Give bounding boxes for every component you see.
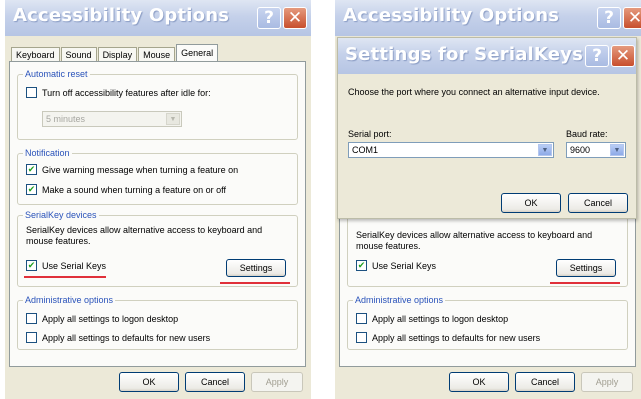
logon-checkbox[interactable]: [26, 313, 37, 324]
baud-rate-label: Baud rate:: [566, 129, 608, 139]
serial-port-select[interactable]: COM1 ▼: [348, 142, 554, 158]
close-icon[interactable]: ✕: [623, 7, 641, 29]
tab-general[interactable]: General: [176, 44, 219, 62]
tab-strip: Keyboard Sound Display Mouse General: [11, 44, 219, 62]
defaults-label: Apply all settings to defaults for new u…: [42, 332, 211, 343]
logon-label: Apply all settings to logon desktop: [372, 313, 509, 324]
cancel-button[interactable]: Cancel: [515, 372, 575, 392]
group-title: Administrative options: [23, 295, 116, 305]
close-icon[interactable]: ✕: [611, 45, 635, 67]
idle-time-value: 5 minutes: [46, 114, 86, 124]
help-icon[interactable]: ?: [585, 45, 609, 67]
cancel-button[interactable]: Cancel: [185, 372, 245, 392]
use-serial-keys-label: Use Serial Keys: [42, 260, 107, 271]
use-serial-keys-checkbox[interactable]: ✔: [356, 260, 367, 271]
ok-button[interactable]: OK: [119, 372, 179, 392]
dialog-cancel-button[interactable]: Cancel: [568, 193, 628, 213]
group-title: Notification: [23, 148, 72, 158]
apply-button[interactable]: Apply: [251, 372, 303, 392]
logon-checkbox[interactable]: [356, 313, 367, 324]
administrative-group: Administrative options Apply all setting…: [347, 295, 628, 350]
help-icon[interactable]: ?: [257, 7, 281, 29]
turn-off-checkbox[interactable]: [26, 87, 37, 98]
help-icon[interactable]: ?: [597, 7, 621, 29]
serial-port-label: Serial port:: [348, 129, 392, 139]
tab-display[interactable]: Display: [97, 47, 138, 62]
turn-off-label: Turn off accessibility features after id…: [42, 87, 211, 98]
settings-button[interactable]: Settings: [226, 259, 286, 277]
title-bar: Accessibility Options ? ✕: [335, 0, 641, 36]
highlight-underline: [220, 282, 290, 284]
tab-panel-general: Automatic reset Turn off accessibility f…: [9, 61, 306, 367]
administrative-group: Administrative options Apply all setting…: [17, 295, 298, 350]
use-serial-keys-row[interactable]: ✔ Use Serial Keys: [26, 260, 106, 271]
highlight-underline: [550, 282, 620, 284]
serialkey-description: SerialKey devices allow alternative acce…: [26, 225, 263, 246]
serialkey-description: SerialKey devices allow alternative acce…: [356, 230, 593, 251]
serialkey-group: SerialKey devices allow alternative acce…: [347, 215, 628, 287]
logon-row[interactable]: Apply all settings to logon desktop: [356, 313, 508, 324]
highlight-underline: [24, 276, 106, 278]
automatic-reset-group: Automatic reset Turn off accessibility f…: [17, 69, 298, 140]
accessibility-options-window-right: Accessibility Options ? ✕ SerialKey devi…: [335, 0, 641, 399]
defaults-checkbox[interactable]: [26, 332, 37, 343]
chevron-down-icon[interactable]: ▼: [610, 144, 624, 156]
serialkeys-settings-dialog: Settings for SerialKeys ? ✕ Choose the p…: [337, 37, 637, 219]
use-serial-keys-label: Use Serial Keys: [372, 260, 437, 271]
baud-rate-select[interactable]: 9600 ▼: [566, 142, 626, 158]
logon-row[interactable]: Apply all settings to logon desktop: [26, 313, 178, 324]
chevron-down-icon[interactable]: ▼: [166, 113, 180, 125]
use-serial-keys-checkbox[interactable]: ✔: [26, 260, 37, 271]
group-title: SerialKey devices: [23, 210, 99, 220]
baud-rate-value: 9600: [570, 145, 591, 155]
sound-row[interactable]: ✔ Make a sound when turning a feature on…: [26, 184, 226, 195]
sound-label: Make a sound when turning a feature on o…: [42, 184, 226, 195]
tab-sound[interactable]: Sound: [60, 47, 97, 62]
notification-group: Notification ✔ Give warning message when…: [17, 148, 298, 205]
logon-label: Apply all settings to logon desktop: [42, 313, 179, 324]
dialog-title: Settings for SerialKeys: [345, 44, 583, 65]
close-icon[interactable]: ✕: [283, 7, 307, 29]
settings-button[interactable]: Settings: [556, 259, 616, 277]
window-title: Accessibility Options: [343, 5, 560, 26]
serial-port-value: COM1: [352, 145, 379, 155]
defaults-row[interactable]: Apply all settings to defaults for new u…: [26, 332, 210, 343]
defaults-row[interactable]: Apply all settings to defaults for new u…: [356, 332, 540, 343]
accessibility-options-window-left: Accessibility Options ? ✕ Keyboard Sound…: [5, 0, 311, 399]
idle-time-select[interactable]: 5 minutes ▼: [42, 111, 182, 127]
tab-keyboard[interactable]: Keyboard: [11, 47, 60, 62]
warning-row[interactable]: ✔ Give warning message when turning a fe…: [26, 164, 238, 175]
warning-label: Give warning message when turning a feat…: [42, 164, 239, 175]
ok-button[interactable]: OK: [449, 372, 509, 392]
warning-checkbox[interactable]: ✔: [26, 164, 37, 175]
chevron-down-icon[interactable]: ▼: [538, 144, 552, 156]
use-serial-keys-row[interactable]: ✔ Use Serial Keys: [356, 260, 436, 271]
defaults-checkbox[interactable]: [356, 332, 367, 343]
group-title: Administrative options: [353, 295, 446, 305]
title-bar: Accessibility Options ? ✕: [5, 0, 311, 36]
tab-mouse[interactable]: Mouse: [138, 47, 176, 62]
turn-off-row[interactable]: Turn off accessibility features after id…: [26, 87, 211, 98]
serialkey-group: SerialKey devices SerialKey devices allo…: [17, 210, 298, 287]
group-title: Automatic reset: [23, 69, 90, 79]
dialog-instruction: Choose the port where you connect an alt…: [348, 87, 600, 97]
apply-button[interactable]: Apply: [581, 372, 633, 392]
window-title: Accessibility Options: [13, 5, 230, 26]
dialog-ok-button[interactable]: OK: [501, 193, 561, 213]
defaults-label: Apply all settings to defaults for new u…: [372, 332, 541, 343]
sound-checkbox[interactable]: ✔: [26, 184, 37, 195]
dialog-title-bar: Settings for SerialKeys ? ✕: [338, 38, 636, 74]
